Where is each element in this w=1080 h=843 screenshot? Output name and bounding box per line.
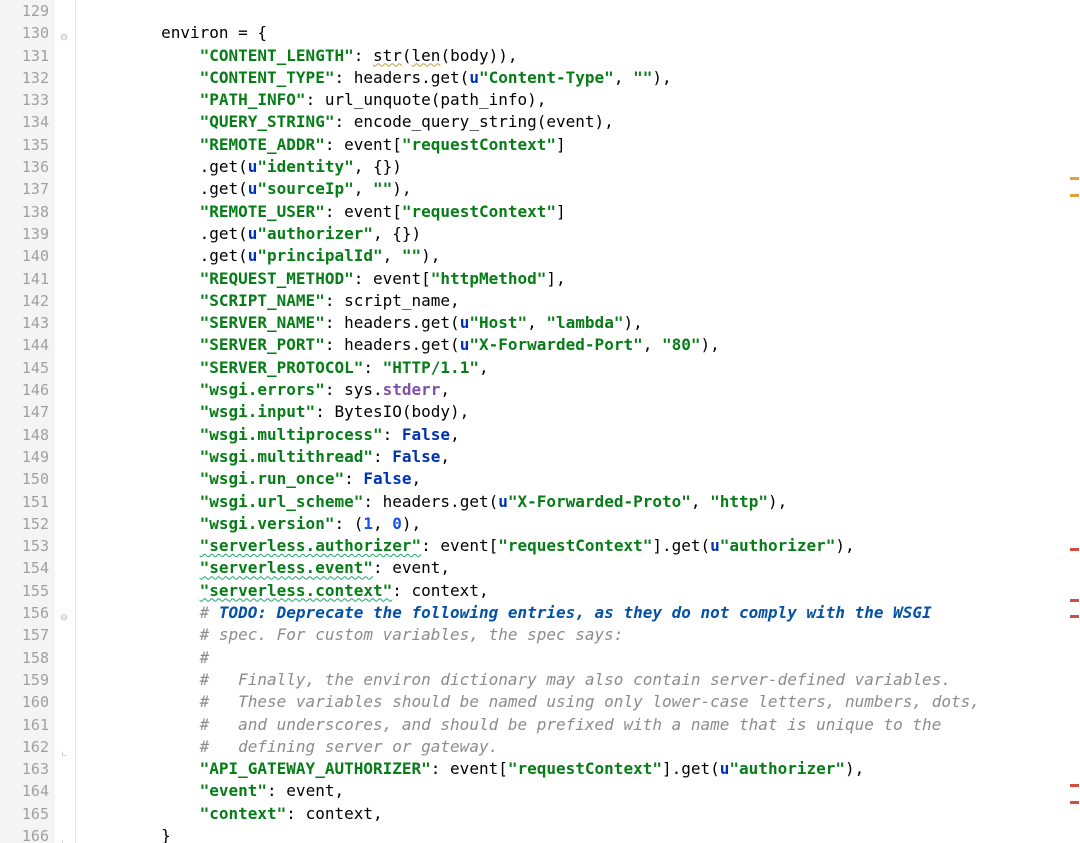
code-line[interactable]: # These variables should be named using … (84, 691, 1080, 713)
line-number: 162 (0, 736, 49, 758)
code-line[interactable]: "wsgi.version": (1, 0), (84, 513, 1080, 535)
minimap-marker[interactable] (1070, 784, 1079, 787)
code-line[interactable]: # (84, 647, 1080, 669)
code-line[interactable]: # defining server or gateway. (84, 736, 1080, 758)
code-line[interactable] (84, 0, 1080, 22)
line-number: 160 (0, 691, 49, 713)
minimap-marker[interactable] (1070, 599, 1079, 602)
line-number: 142 (0, 290, 49, 312)
code-line[interactable]: "serverless.context": context, (84, 580, 1080, 602)
code-line[interactable]: .get(u"principalId", ""), (84, 245, 1080, 267)
line-number: 151 (0, 491, 49, 513)
code-area[interactable]: environ = { "CONTENT_LENGTH": str(len(bo… (76, 0, 1080, 843)
line-number: 158 (0, 647, 49, 669)
line-number: 140 (0, 245, 49, 267)
line-number: 159 (0, 669, 49, 691)
line-number: 130 (0, 22, 49, 44)
minimap-marker[interactable] (1070, 194, 1079, 197)
code-line[interactable]: # TODO: Deprecate the following entries,… (84, 602, 1080, 624)
line-number: 165 (0, 803, 49, 825)
code-line[interactable]: # Finally, the environ dictionary may al… (84, 669, 1080, 691)
line-number: 133 (0, 89, 49, 111)
code-line[interactable]: "REMOTE_USER": event["requestContext"] (84, 201, 1080, 223)
line-number: 163 (0, 758, 49, 780)
line-number: 132 (0, 67, 49, 89)
line-number: 137 (0, 178, 49, 200)
line-number: 135 (0, 134, 49, 156)
line-number: 157 (0, 624, 49, 646)
line-number: 150 (0, 468, 49, 490)
minimap-marker[interactable] (1070, 615, 1079, 618)
code-line[interactable]: "SERVER_NAME": headers.get(u"Host", "lam… (84, 312, 1080, 334)
code-line[interactable]: "wsgi.run_once": False, (84, 468, 1080, 490)
minimap-marker[interactable] (1070, 548, 1079, 551)
line-number: 164 (0, 780, 49, 802)
code-line[interactable]: .get(u"authorizer", {}) (84, 223, 1080, 245)
line-number: 156 (0, 602, 49, 624)
line-number: 131 (0, 45, 49, 67)
code-line[interactable]: # spec. For custom variables, the spec s… (84, 624, 1080, 646)
code-line[interactable]: "API_GATEWAY_AUTHORIZER": event["request… (84, 758, 1080, 780)
fold-close-icon[interactable]: ⌞ (57, 740, 71, 754)
line-number: 146 (0, 379, 49, 401)
code-line[interactable]: "REQUEST_METHOD": event["httpMethod"], (84, 268, 1080, 290)
fold-close-icon[interactable]: ⌞ (57, 829, 71, 843)
code-line[interactable]: "QUERY_STRING": encode_query_string(even… (84, 111, 1080, 133)
code-line[interactable]: "SERVER_PROTOCOL": "HTTP/1.1", (84, 357, 1080, 379)
code-line[interactable]: "CONTENT_LENGTH": str(len(body)), (84, 45, 1080, 67)
line-number: 166 (0, 825, 49, 843)
line-number: 139 (0, 223, 49, 245)
line-number-gutter: 1291301311321331341351361371381391401411… (0, 0, 55, 843)
code-line[interactable]: "SERVER_PORT": headers.get(u"X-Forwarded… (84, 334, 1080, 356)
code-line[interactable]: "REMOTE_ADDR": event["requestContext"] (84, 134, 1080, 156)
line-number: 154 (0, 557, 49, 579)
code-line[interactable]: "event": event, (84, 780, 1080, 802)
line-number: 149 (0, 446, 49, 468)
code-line[interactable]: "context": context, (84, 803, 1080, 825)
code-line[interactable]: "serverless.authorizer": event["requestC… (84, 535, 1080, 557)
line-number: 148 (0, 424, 49, 446)
fold-column[interactable]: ⊖ ⊖ ⌞ ⌞ (55, 0, 76, 843)
code-line[interactable]: } (84, 825, 1080, 843)
code-line[interactable]: "wsgi.input": BytesIO(body), (84, 401, 1080, 423)
fold-open-icon[interactable]: ⊖ (57, 26, 71, 40)
code-editor[interactable]: 1291301311321331341351361371381391401411… (0, 0, 1080, 843)
line-number: 155 (0, 580, 49, 602)
code-line[interactable]: "serverless.event": event, (84, 557, 1080, 579)
line-number: 161 (0, 714, 49, 736)
line-number: 138 (0, 201, 49, 223)
line-number: 152 (0, 513, 49, 535)
line-number: 134 (0, 111, 49, 133)
line-number: 145 (0, 357, 49, 379)
line-number: 143 (0, 312, 49, 334)
line-number: 153 (0, 535, 49, 557)
line-number: 147 (0, 401, 49, 423)
line-number: 141 (0, 268, 49, 290)
code-line[interactable]: "wsgi.multithread": False, (84, 446, 1080, 468)
fold-open-icon[interactable]: ⊖ (57, 606, 71, 620)
line-number: 129 (0, 0, 49, 22)
line-number: 144 (0, 334, 49, 356)
code-line[interactable]: "wsgi.url_scheme": headers.get(u"X-Forwa… (84, 491, 1080, 513)
code-line[interactable]: "wsgi.multiprocess": False, (84, 424, 1080, 446)
code-line[interactable]: "PATH_INFO": url_unquote(path_info), (84, 89, 1080, 111)
line-number: 136 (0, 156, 49, 178)
minimap[interactable] (1068, 0, 1080, 843)
code-line[interactable]: "CONTENT_TYPE": headers.get(u"Content-Ty… (84, 67, 1080, 89)
minimap-marker[interactable] (1070, 177, 1079, 180)
minimap-marker[interactable] (1070, 801, 1079, 804)
code-line[interactable]: "SCRIPT_NAME": script_name, (84, 290, 1080, 312)
code-line[interactable]: # and underscores, and should be prefixe… (84, 714, 1080, 736)
code-line[interactable]: environ = { (84, 22, 1080, 44)
code-line[interactable]: .get(u"sourceIp", ""), (84, 178, 1080, 200)
code-line[interactable]: "wsgi.errors": sys.stderr, (84, 379, 1080, 401)
code-line[interactable]: .get(u"identity", {}) (84, 156, 1080, 178)
